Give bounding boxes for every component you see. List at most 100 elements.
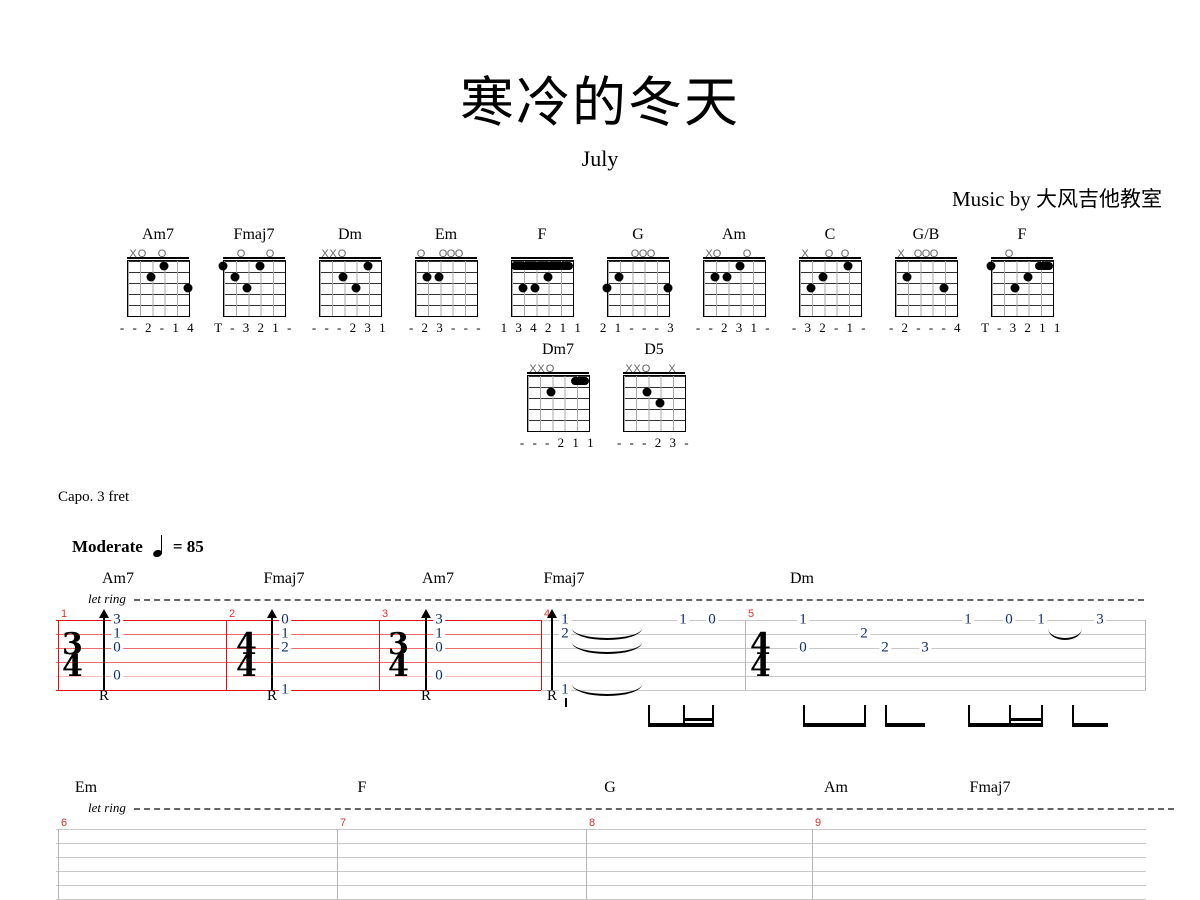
note-beam: [648, 723, 684, 727]
tab-fret-number[interactable]: 3: [919, 639, 931, 657]
barline: [812, 829, 813, 899]
let-ring-label: let ring: [88, 591, 126, 606]
fingering-numbers: - - - 2 1 1: [519, 435, 597, 450]
tempo-value: = 85: [172, 537, 204, 556]
chord-diagram-name: Dm: [338, 226, 362, 243]
chord-diagram-name: Em: [434, 226, 458, 243]
tab-fret-number[interactable]: 2: [279, 639, 291, 657]
barline: [337, 829, 338, 899]
finger-dot: [902, 272, 912, 281]
finger-dot: [655, 398, 665, 407]
let-ring-dashes-2: [134, 808, 1174, 810]
tab-fret-number[interactable]: 2: [559, 625, 571, 643]
barline: [586, 829, 587, 899]
note-beam: [1009, 718, 1043, 721]
fretboard-grid: [511, 257, 574, 317]
staff-chord-label: Em: [74, 779, 98, 796]
fretboard-grid: [799, 257, 862, 317]
finger-dot: [818, 272, 828, 281]
finger-dot: [602, 283, 612, 292]
arpeggio-arrow: [99, 609, 109, 690]
tab-fret-number[interactable]: 0: [111, 667, 123, 685]
finger-dot: [218, 261, 228, 270]
system1-let-ring: let ring: [0, 590, 1200, 606]
barline: [745, 620, 746, 690]
tab-fret-number[interactable]: 0: [111, 639, 123, 657]
arpeggio-direction-label: R: [546, 688, 558, 704]
quarter-note-icon: [151, 535, 163, 559]
chord-diagram: Dm7 X X O - - - 2 1 1: [510, 341, 606, 451]
tab-fret-number[interactable]: 1: [962, 611, 974, 629]
tab-fret-number[interactable]: 0: [797, 639, 809, 657]
finger-dot: [159, 261, 169, 270]
arpeggio-arrow: [267, 609, 277, 690]
tab-fret-number[interactable]: 0: [1003, 611, 1015, 629]
fingering-numbers: T - 3 2 1 -: [214, 320, 294, 335]
finger-dot: [434, 272, 444, 281]
fingering-numbers: - - 2 - 1 4: [119, 320, 197, 335]
staff-chord-label: Am7: [422, 570, 454, 587]
note-beam: [1072, 723, 1108, 727]
tab-fret-number[interactable]: 0: [433, 667, 445, 685]
finger-dot: [255, 261, 265, 270]
chord-diagram: G/B X O O O - 2 - - - 4: [878, 226, 974, 336]
chord-diagram-name: Fmaj7: [233, 226, 275, 243]
capo-direction: Capo. 3 fret: [58, 489, 130, 505]
tab-fret-number[interactable]: 0: [706, 611, 718, 629]
sheet-music-page: 寒冷的冬天 July Music by 大风吉他教室 Am7 X O O - - 2 -…: [0, 0, 1200, 900]
tempo-word: Moderate: [72, 537, 143, 556]
measure-number: 7: [340, 817, 347, 829]
finger-dot: [642, 387, 652, 396]
tab-fret-number[interactable]: 2: [879, 639, 891, 657]
tab-fret-number[interactable]: 0: [433, 639, 445, 657]
tab-fret-number[interactable]: 1: [279, 681, 291, 699]
fretboard-grid: [127, 257, 193, 317]
barline: [541, 620, 542, 690]
fingering-numbers: - - - 2 3 -: [616, 435, 692, 450]
rest-mark: [565, 698, 567, 707]
fretboard-grid: [895, 257, 958, 317]
chord-diagram: Em O O O O - 2 3 - - -: [398, 226, 494, 336]
arpeggio-direction-label: R: [98, 688, 110, 704]
chord-diagram-name: Dm7: [542, 341, 574, 358]
fretboard-grid: [602, 257, 673, 317]
chord-diagram: Dm X X O - - - 2 3 1: [302, 226, 398, 336]
chord-diagram: Am7 X O O - - 2 - 1 4: [110, 226, 206, 336]
barre-bar: [1035, 261, 1053, 270]
fretboard-grid: [319, 257, 382, 317]
system2-staff[interactable]: 6 7 8 9: [0, 817, 1200, 900]
finger-dot: [351, 283, 361, 292]
finger-dot: [663, 283, 673, 292]
tab-fret-number[interactable]: 3: [1094, 611, 1106, 629]
staff-chord-label: Am: [824, 779, 848, 796]
tie-slur: [572, 682, 642, 696]
credit-line: Music by 大风吉他教室: [952, 187, 1162, 211]
tab-fret-number[interactable]: 2: [858, 625, 870, 643]
barre-bar: [571, 376, 589, 385]
tie-slur: [572, 626, 642, 640]
tab-fret-number[interactable]: 1: [677, 611, 689, 629]
tab-fret-number[interactable]: 1: [797, 611, 809, 629]
tab-fret-number[interactable]: 1: [559, 681, 571, 699]
time-signature: 34: [62, 627, 83, 684]
fretboard-grid: [527, 372, 590, 432]
page-subtitle: July: [581, 146, 619, 171]
chord-diagram-name: G: [632, 226, 644, 243]
staff-chord-label: G: [604, 779, 616, 796]
tab-fret-number[interactable]: 1: [1035, 611, 1047, 629]
system1-staff[interactable]: 1234534443444R3100R0121R3100R12111010223…: [0, 608, 1200, 727]
fingering-numbers: - - 2 3 1 -: [695, 320, 773, 335]
finger-dot: [230, 272, 240, 281]
system2-let-ring: let ring: [0, 799, 1200, 815]
fretboard-grid: [703, 257, 766, 317]
finger-dot: [1010, 283, 1020, 292]
tab-system-1: Am7 Fmaj7 Am7 Fmaj7 Dm let ring 1 2 34 5 34 44 3 44…: [0, 570, 1200, 727]
barre-bar: [511, 261, 573, 270]
time-signature: 34: [388, 627, 409, 684]
staff-line: [56, 843, 1146, 844]
fretboard-grid: [986, 257, 1054, 317]
measure-number: 9: [815, 817, 822, 829]
staff-chord-label: Dm: [790, 570, 814, 587]
staff-line-highlight: [226, 690, 379, 691]
note-beam: [1009, 723, 1043, 727]
